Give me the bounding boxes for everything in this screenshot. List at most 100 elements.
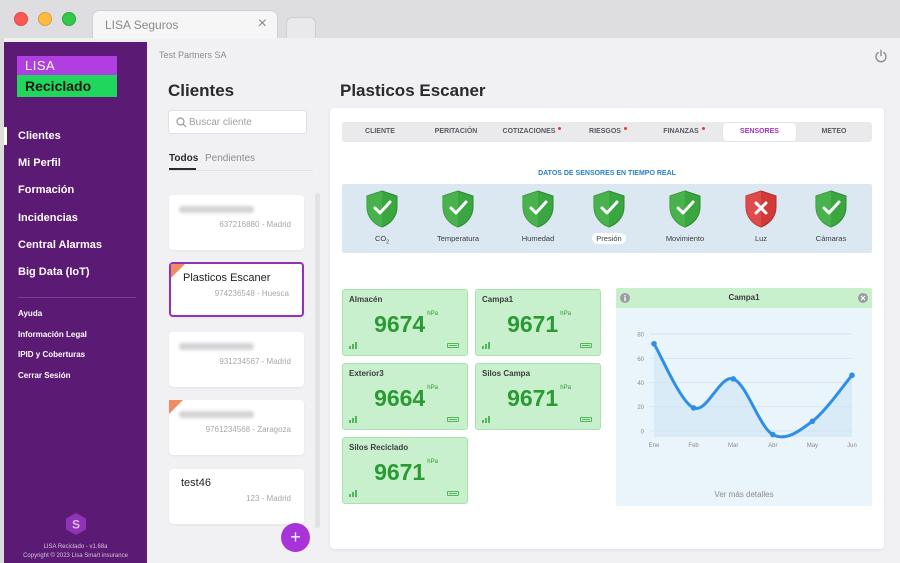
tile-unit: hPa — [560, 311, 571, 317]
notification-dot — [701, 127, 705, 130]
tile-value-wrap: 9671 hPa — [476, 311, 602, 338]
add-client-button[interactable]: + — [281, 523, 310, 552]
sensor-tile[interactable]: Silos Reciclado 9671 hPa — [342, 437, 468, 504]
sensor-temperatura[interactable]: Temperatura — [428, 190, 488, 246]
copyright: Copyright © 2023 Lisa Smart insurance — [23, 553, 128, 559]
y-tick-label: 0 — [641, 429, 645, 435]
link-ipid-coberturas[interactable]: IPID y Coberturas — [18, 350, 85, 359]
sensor-luz[interactable]: Luz — [731, 190, 791, 246]
search-input[interactable] — [189, 114, 301, 130]
data-point — [730, 376, 736, 382]
client-info: 974236548 - Huesca — [214, 289, 289, 298]
close-icon[interactable] — [858, 293, 868, 303]
x-tick-label: Abr — [768, 443, 777, 449]
sensor-tile[interactable]: Exterior3 9664 hPa — [342, 363, 468, 430]
tile-name: Silos Campa — [482, 369, 531, 378]
sensor-tile[interactable]: Almacén 9674 hPa — [342, 289, 468, 356]
x-tick-label: Feb — [688, 443, 699, 449]
tab-label: COTIZACIONES — [502, 128, 556, 135]
tab-sensores[interactable]: SENSORES — [723, 123, 796, 141]
signal-icon — [349, 490, 357, 497]
tab-label: FINANZAS — [663, 128, 699, 135]
search-box — [168, 110, 307, 134]
client-card-selected[interactable]: Plasticos Escaner 974236548 - Huesca — [169, 262, 304, 317]
clients-scrollbar[interactable] — [315, 193, 320, 528]
power-icon[interactable] — [874, 49, 888, 63]
brand-s-icon: S — [66, 513, 86, 535]
tab-meteo[interactable]: METEO — [796, 122, 872, 142]
sensor-tile[interactable]: Silos Campa 9671 hPa — [475, 363, 601, 430]
filter-pendientes[interactable]: Pendientes — [205, 153, 255, 164]
tab-cliente[interactable]: CLIENTE — [342, 122, 418, 142]
tab-riesgos[interactable]: RIESGOS — [570, 122, 646, 142]
new-tab-button[interactable] — [286, 17, 316, 38]
sensor-label: Luz — [754, 234, 768, 243]
close-window-button[interactable] — [14, 12, 28, 26]
svg-text:S: S — [72, 518, 80, 532]
battery-icon — [580, 343, 592, 348]
shield-check-icon — [442, 190, 474, 228]
signal-icon — [482, 416, 490, 423]
maximize-window-button[interactable] — [62, 12, 76, 26]
sensor-label: Cámaras — [815, 234, 847, 243]
x-tick-label: Ene — [649, 443, 660, 449]
filter-todos[interactable]: Todos — [169, 153, 198, 164]
link-ayuda[interactable]: Ayuda — [18, 309, 42, 318]
sensor-co2[interactable]: CO2 — [352, 190, 412, 246]
tab-label: PERITACIÓN — [434, 128, 478, 135]
nav-item-formacion[interactable]: Formación — [18, 184, 74, 196]
nav-item-mi-perfil[interactable]: Mi Perfil — [18, 157, 61, 169]
tile-value-wrap: 9671 hPa — [476, 385, 602, 412]
sensor-movimiento[interactable]: Movimiento — [655, 190, 715, 246]
tab-cotizaciones[interactable]: COTIZACIONES — [494, 122, 570, 142]
tile-unit: hPa — [427, 459, 438, 465]
tab-close-icon[interactable]: × — [258, 15, 267, 33]
link-cerrar-sesion[interactable]: Cerrar Sesión — [18, 371, 70, 380]
nav-item-central-alarmas[interactable]: Central Alarmas — [18, 239, 102, 251]
tab-finanzas[interactable]: FINANZAS — [646, 122, 722, 142]
app-version: LISA Reciclado - v1.68a — [43, 544, 108, 550]
browser-tab-title: LISA Seguros — [105, 18, 179, 32]
tile-name: Silos Reciclado — [349, 443, 409, 452]
tile-value-wrap: 9664 hPa — [343, 385, 469, 412]
client-card[interactable]: test46 123 - Madrid — [169, 469, 304, 524]
client-card[interactable]: 9761234568 - Zaragoza — [169, 400, 304, 455]
sensor-status-strip: CO2 Temperatura Humedad Presión Movimien… — [342, 184, 872, 253]
client-name: Plasticos Escaner — [183, 272, 271, 284]
tab-peritacion[interactable]: PERITACIÓN — [418, 122, 494, 142]
sensor-tile[interactable]: Campa1 9671 hPa — [475, 289, 601, 356]
filter-divider — [168, 170, 313, 171]
sensor-presion[interactable]: Presión — [579, 190, 639, 246]
tile-value-wrap: 9674 hPa — [343, 311, 469, 338]
sensor-camaras[interactable]: Cámaras — [801, 190, 861, 246]
company-name: Test Partners SA — [159, 50, 227, 60]
tile-value-wrap: 9671 hPa — [343, 459, 469, 486]
tile-name: Campa1 — [482, 295, 514, 304]
minimize-window-button[interactable] — [38, 12, 52, 26]
logo-line-1: LISA — [17, 56, 117, 75]
detail-tabs: CLIENTE PERITACIÓN COTIZACIONES RIESGOS … — [342, 122, 872, 142]
signal-icon — [482, 342, 490, 349]
tile-unit: hPa — [427, 385, 438, 391]
link-informacion-legal[interactable]: Información Legal — [18, 330, 87, 339]
browser-tab[interactable]: LISA Seguros × — [92, 10, 278, 38]
shield-check-icon — [366, 190, 398, 228]
nav-item-big-data[interactable]: Big Data (IoT) — [18, 266, 90, 278]
nav-item-clientes[interactable]: Clientes — [18, 130, 61, 142]
battery-icon — [447, 491, 459, 496]
more-details-link[interactable]: Ver más detalles — [616, 490, 872, 499]
tab-label: CLIENTE — [365, 128, 395, 135]
tab-label: METEO — [821, 128, 847, 135]
nav-item-incidencias[interactable]: Incidencias — [18, 212, 78, 224]
signal-icon — [349, 416, 357, 423]
tile-unit: hPa — [560, 385, 571, 391]
tile-value: 9671 — [507, 311, 559, 337]
tile-value: 9674 — [374, 311, 426, 337]
clients-title: Clientes — [168, 81, 235, 100]
client-card[interactable]: 637216880 - Madrid — [169, 195, 304, 250]
data-point — [849, 372, 855, 379]
client-card[interactable]: 931234567 - Madrid — [169, 332, 304, 387]
sensor-humedad[interactable]: Humedad — [508, 190, 568, 246]
x-tick-label: May — [807, 443, 818, 449]
signal-icon — [349, 342, 357, 349]
